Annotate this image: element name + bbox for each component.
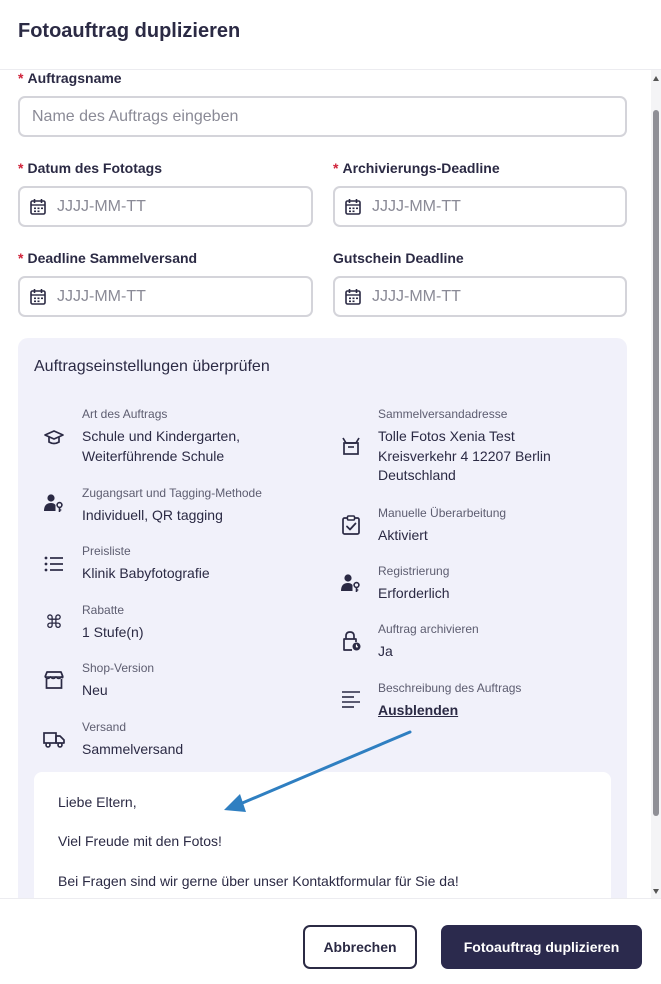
list-icon — [44, 556, 63, 572]
description-line: Liebe Eltern, — [58, 794, 137, 810]
info-bulk-address-label: Sammelversandadresse — [378, 407, 508, 421]
command-icon: ⌘ — [45, 612, 63, 633]
info-order-type-value: Schule und Kindergarten, Weiterführende … — [82, 428, 240, 464]
photo-date-placeholder: JJJJ-MM-TT — [57, 197, 146, 215]
voucher-deadline-placeholder: JJJJ-MM-TT — [372, 287, 461, 305]
archive-deadline-label: * Archivierungs-Deadline — [333, 160, 500, 176]
info-archive-order-label: Auftrag archivieren — [378, 622, 479, 636]
info-registration-label: Registrierung — [378, 564, 450, 578]
photo-date-input[interactable]: JJJJ-MM-TT — [18, 186, 313, 227]
info-bulk-address-value: Tolle Fotos Xenia Test Kreisverkehr 4 12… — [378, 428, 551, 483]
bulk-deadline-input[interactable]: JJJJ-MM-TT — [18, 276, 313, 317]
voucher-deadline-input[interactable]: JJJJ-MM-TT — [333, 276, 627, 317]
scroll-up-arrow[interactable] — [653, 76, 659, 81]
info-shipping-label: Versand — [82, 720, 127, 734]
info-order-description-label: Beschreibung des Auftrags — [378, 681, 522, 695]
calendar-icon — [30, 198, 46, 215]
bulk-deadline-placeholder: JJJJ-MM-TT — [57, 287, 146, 305]
voucher-deadline-label: Gutschein Deadline — [333, 250, 464, 266]
review-panel-title: Auftragseinstellungen überprüfen — [34, 358, 270, 375]
scrollbar[interactable] — [651, 70, 661, 898]
info-shop-version-value: Neu — [82, 682, 108, 698]
hide-description-link[interactable]: Ausblenden — [378, 702, 458, 718]
order-name-placeholder: Name des Auftrags eingeben — [32, 107, 239, 125]
cancel-button[interactable]: Abbrechen — [303, 925, 417, 969]
order-name-label: * Auftragsname — [18, 70, 122, 86]
description-line: Bei Fragen sind wir gerne über unser Kon… — [58, 873, 459, 889]
lock-clock-icon — [343, 631, 361, 651]
scrollbar-thumb[interactable] — [653, 110, 659, 816]
package-icon — [342, 437, 360, 455]
info-discounts-label: Rabatte — [82, 603, 125, 617]
clipboard-check-icon — [342, 515, 360, 535]
archive-deadline-input[interactable]: JJJJ-MM-TT — [333, 186, 627, 227]
dialog-footer: Abbrechen Fotoauftrag duplizieren — [0, 898, 661, 984]
user-key-icon — [44, 494, 63, 512]
calendar-icon — [345, 288, 361, 305]
info-access-type-value: Individuell, QR tagging — [82, 507, 223, 523]
info-price-list-value: Klinik Babyfotografie — [82, 565, 210, 581]
calendar-icon — [30, 288, 46, 305]
shop-icon — [44, 671, 64, 689]
info-price-list-label: Preisliste — [82, 544, 131, 558]
photo-date-label: * Datum des Fototags — [18, 160, 163, 176]
user-key-icon — [341, 574, 360, 592]
bulk-deadline-label: * Deadline Sammelversand — [18, 250, 198, 266]
scroll-down-arrow[interactable] — [653, 889, 659, 894]
info-manual-review-label: Manuelle Überarbeitung — [378, 506, 507, 520]
info-access-type-label: Zugangsart und Tagging-Methode — [82, 486, 262, 500]
info-order-type-label: Art des Auftrags — [82, 407, 168, 421]
calendar-icon — [345, 198, 361, 215]
dialog-header: Fotoauftrag duplizieren — [0, 0, 661, 70]
duplicate-order-button[interactable]: Fotoauftrag duplizieren — [441, 925, 642, 969]
order-name-input[interactable]: Name des Auftrags eingeben — [18, 96, 627, 137]
text-align-icon — [342, 691, 360, 708]
info-shop-version-label: Shop-Version — [82, 661, 155, 675]
info-archive-order-value: Ja — [378, 643, 393, 659]
info-manual-review-value: Aktiviert — [378, 527, 428, 543]
info-registration-value: Erforderlich — [378, 585, 450, 601]
archive-deadline-placeholder: JJJJ-MM-TT — [372, 197, 461, 215]
info-discounts-value: 1 Stufe(n) — [82, 624, 144, 640]
info-shipping-value: Sammelversand — [82, 741, 184, 757]
dialog-title: Fotoauftrag duplizieren — [18, 20, 241, 42]
description-line: Viel Freude mit den Fotos! — [58, 833, 222, 849]
truck-icon — [43, 732, 65, 748]
graduation-cap-icon — [44, 430, 64, 445]
